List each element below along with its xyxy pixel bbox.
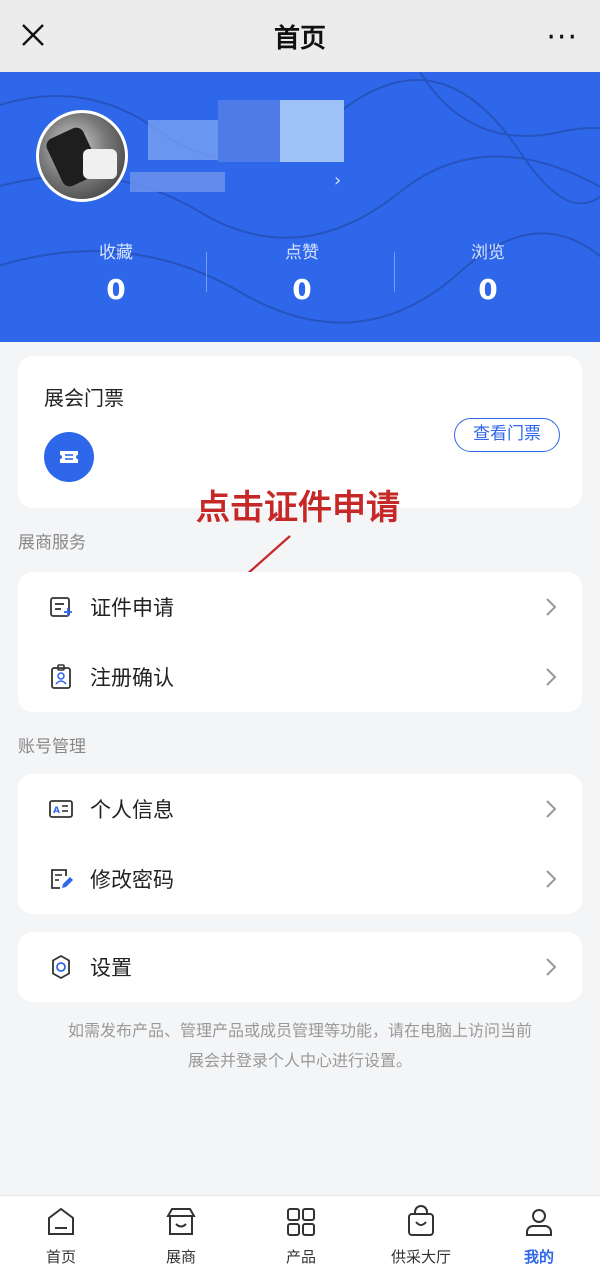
stat-value: 0 [292, 273, 312, 306]
top-bar: 首页 ··· [0, 0, 600, 72]
bottom-tab-bar: 首页 展商 产品 供采大厅 我的 [0, 1195, 600, 1275]
chevron-right-icon[interactable]: › [334, 170, 341, 191]
tab-mine[interactable]: 我的 [494, 1204, 584, 1267]
menu-item-label: 修改密码 [90, 868, 174, 892]
tab-home[interactable]: 首页 [16, 1204, 106, 1267]
stat-likes[interactable]: 点赞 0 [232, 238, 372, 306]
stat-label: 浏览 [471, 243, 505, 263]
menu-item-label: 注册确认 [90, 666, 174, 690]
info-note-line: 如需发布产品、管理产品或成员管理等功能，请在电脑上访问当前 [67, 1021, 532, 1040]
divider [206, 252, 207, 292]
store-icon [166, 1208, 196, 1235]
home-icon [48, 1207, 74, 1235]
tab-products[interactable]: 产品 [256, 1204, 346, 1267]
menu-item-label: 证件申请 [90, 596, 174, 620]
blurred-subtitle [130, 172, 225, 192]
tab-label: 我的 [523, 1248, 554, 1266]
certificate-icon [50, 597, 72, 617]
user-icon [526, 1209, 552, 1236]
chevron-right-icon [546, 800, 557, 818]
edit-doc-icon [51, 869, 73, 889]
ticket-title: 展会门票 [44, 386, 124, 410]
grid-icon [287, 1208, 315, 1236]
chevron-right-icon [546, 870, 557, 888]
section-label-account: 账号管理 [18, 737, 86, 757]
blurred-username [218, 100, 280, 162]
stat-value: 0 [478, 273, 498, 306]
svg-text:A: A [53, 806, 60, 816]
stat-favorites[interactable]: 收藏 0 [46, 238, 186, 306]
tab-label: 产品 [285, 1248, 316, 1266]
gear-icon [52, 954, 70, 980]
menu-item-settings[interactable]: 设置 [18, 932, 582, 1002]
chevron-right-icon [546, 958, 557, 976]
ticket-icon[interactable] [44, 432, 94, 482]
blurred-username [148, 120, 218, 160]
tab-label: 首页 [45, 1248, 76, 1266]
stat-label: 收藏 [99, 243, 133, 263]
badge-icon [51, 664, 71, 689]
section-label-exhibitor: 展商服务 [18, 533, 86, 553]
close-icon[interactable] [20, 22, 46, 48]
tab-exhibitors[interactable]: 展商 [136, 1204, 226, 1267]
info-note: 如需发布产品、管理产品或成员管理等功能，请在电脑上访问当前 展会并登录个人中心进… [18, 1016, 582, 1076]
annotation-text: 点击证件申请 [196, 488, 400, 528]
info-note-line: 展会并登录个人中心进行设置。 [187, 1051, 412, 1070]
tab-label: 供采大厅 [390, 1248, 451, 1266]
menu-item-personal-info[interactable]: A 个人信息 [18, 774, 582, 844]
view-ticket-button[interactable]: 查看门票 [454, 418, 560, 452]
stat-value: 0 [106, 273, 126, 306]
chevron-right-icon [546, 598, 557, 616]
more-menu-icon[interactable]: ··· [546, 20, 578, 55]
menu-item-label: 个人信息 [90, 798, 174, 822]
menu-item-label: 设置 [90, 956, 132, 980]
id-card-icon: A [49, 800, 73, 818]
stat-views[interactable]: 浏览 0 [418, 238, 558, 306]
bag-icon [408, 1205, 434, 1236]
divider [394, 252, 395, 292]
avatar[interactable] [36, 110, 128, 202]
blurred-username [280, 100, 344, 162]
menu-item-change-password[interactable]: 修改密码 [18, 844, 582, 914]
menu-item-certificate-application[interactable]: 证件申请 [18, 572, 582, 642]
tab-label: 展商 [165, 1248, 196, 1266]
profile-header: › 收藏 0 点赞 0 浏览 0 [0, 72, 600, 342]
tab-procurement-hall[interactable]: 供采大厅 [376, 1204, 466, 1267]
chevron-right-icon [546, 668, 557, 686]
menu-item-registration-confirm[interactable]: 注册确认 [18, 642, 582, 712]
page-title: 首页 [273, 23, 326, 54]
stat-label: 点赞 [285, 243, 319, 263]
